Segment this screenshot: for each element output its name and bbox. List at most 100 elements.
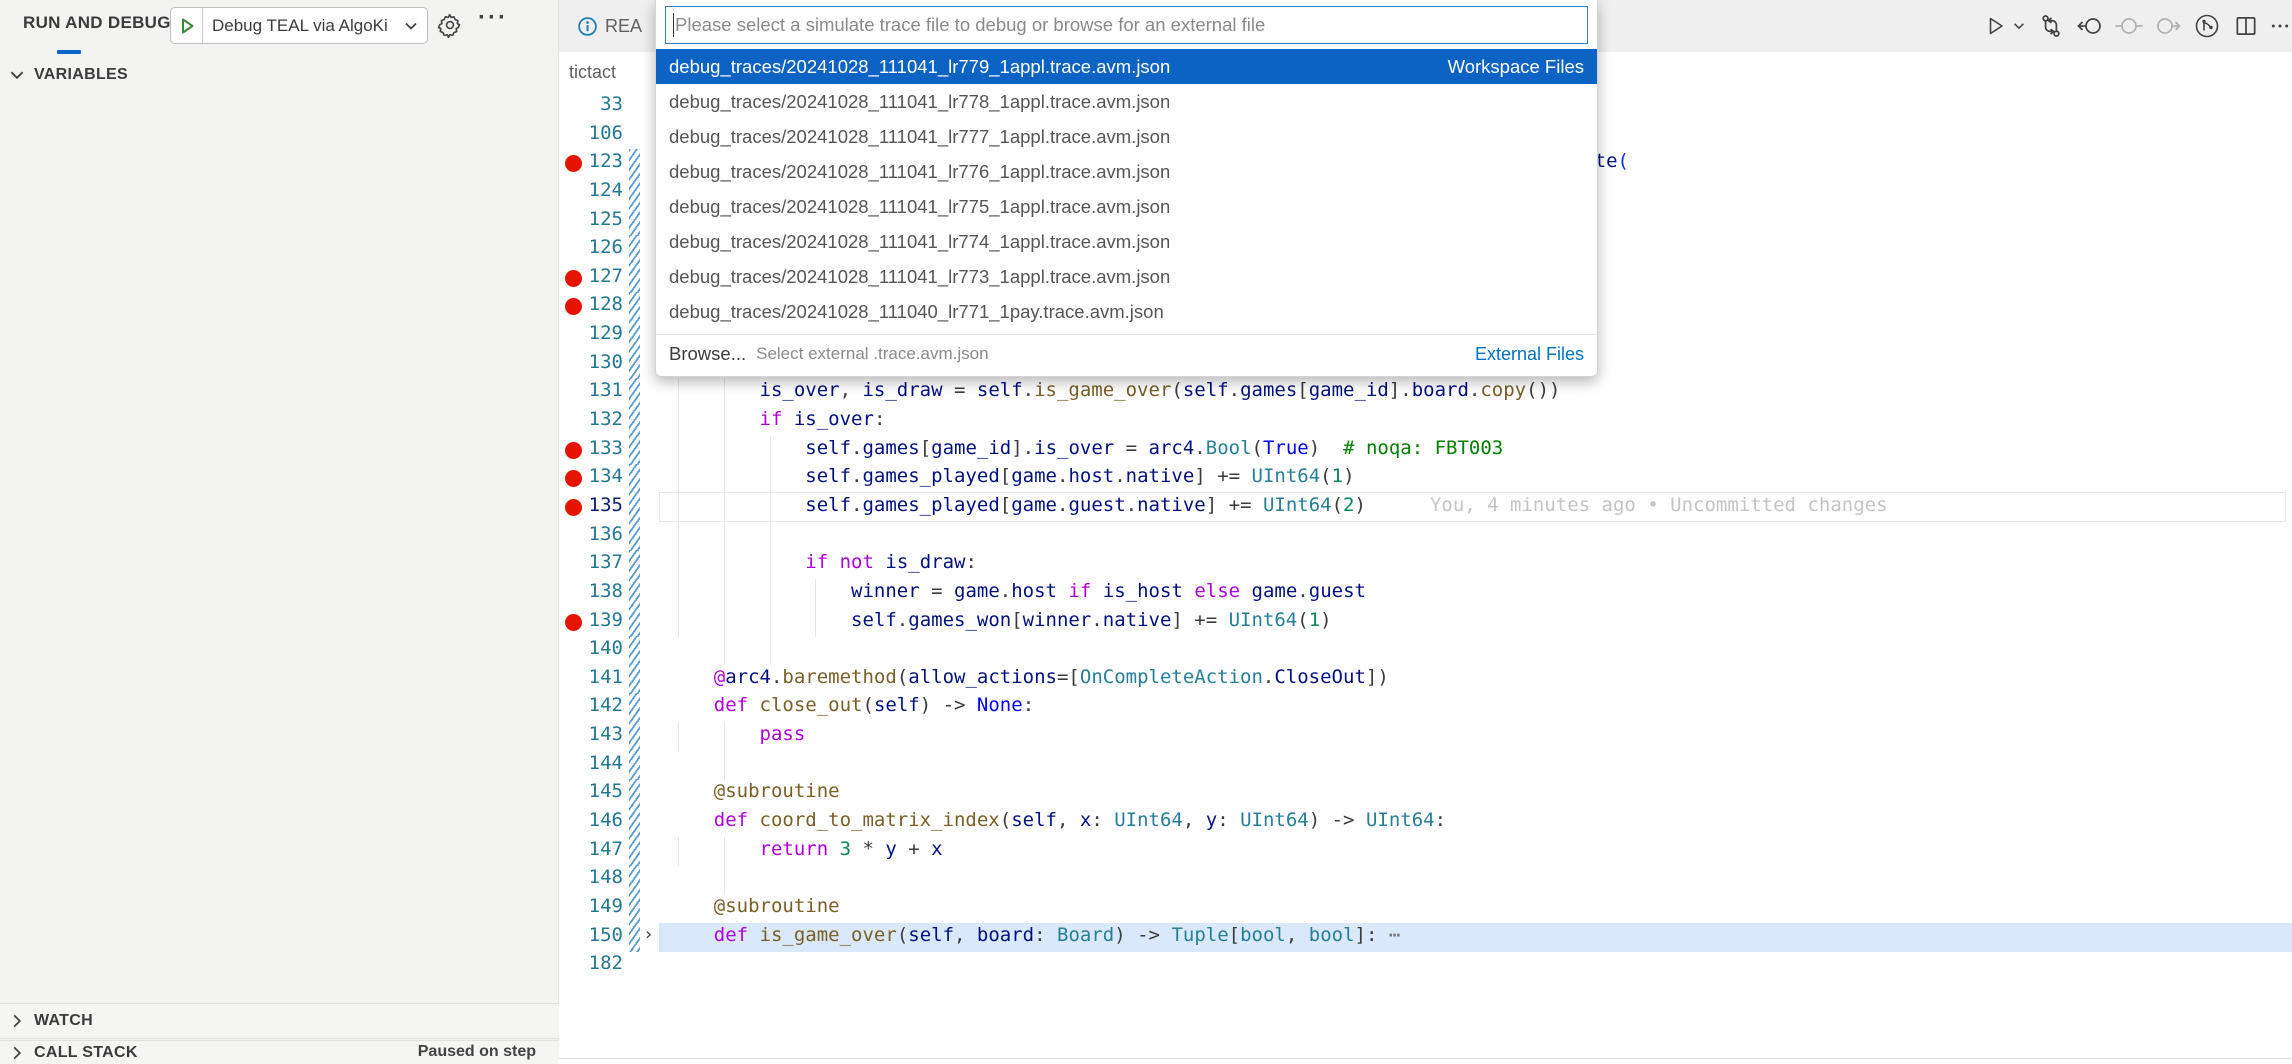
line-number[interactable]: 125: [573, 208, 623, 230]
quickpick-item[interactable]: debug_traces/20241028_111041_lr773_1appl…: [656, 259, 1597, 294]
line-number[interactable]: 128: [573, 293, 623, 315]
breadcrumb[interactable]: tictact: [569, 62, 616, 83]
quickpick-browse-item[interactable]: Browse... Select external .trace.avm.jso…: [656, 336, 1597, 372]
external-files-badge: External Files: [1475, 344, 1584, 365]
line-number[interactable]: 133: [573, 437, 623, 459]
next-transaction-icon[interactable]: [2153, 11, 2183, 41]
run-dropdown-chevron-icon[interactable]: [2011, 11, 2027, 41]
code-line[interactable]: 141@arc4.baremethod(allow_actions=[OnCom…: [559, 665, 2292, 694]
watch-section-header[interactable]: WATCH: [0, 1003, 559, 1039]
line-number[interactable]: 131: [573, 379, 623, 401]
run-button[interactable]: [1980, 11, 2010, 41]
line-number[interactable]: 132: [573, 408, 623, 430]
modified-gutter-stripe: [629, 350, 640, 379]
modified-gutter-stripe: [629, 865, 640, 894]
indent-guide: [724, 722, 725, 751]
code-line[interactable]: 144: [559, 751, 2292, 780]
line-number[interactable]: 137: [573, 551, 623, 573]
editor-more-actions-icon[interactable]: [2270, 11, 2290, 41]
line-number[interactable]: 139: [573, 609, 623, 631]
line-number[interactable]: 106: [573, 122, 623, 144]
line-number[interactable]: 33: [573, 93, 623, 115]
code-line[interactable]: 182: [559, 951, 2292, 980]
quickpick-item[interactable]: debug_traces/20241028_111041_lr777_1appl…: [656, 119, 1597, 154]
code-line[interactable]: 150›def is_game_over(self, board: Board)…: [559, 923, 2292, 952]
line-number[interactable]: 126: [573, 236, 623, 258]
more-actions-icon[interactable]: ···: [478, 4, 508, 32]
code-line[interactable]: 138winner = game.host if is_host else ga…: [559, 579, 2292, 608]
line-number[interactable]: 144: [573, 752, 623, 774]
modified-gutter-stripe: [629, 636, 640, 665]
code-line[interactable]: 134self.games_played[game.host.native] +…: [559, 464, 2292, 493]
code-line[interactable]: 133self.games[game_id].is_over = arc4.Bo…: [559, 436, 2292, 465]
line-number[interactable]: 148: [573, 866, 623, 888]
code-line[interactable]: 142def close_out(self) -> None:: [559, 693, 2292, 722]
line-number[interactable]: 123: [573, 150, 623, 172]
tab-readme[interactable]: REA: [567, 0, 642, 52]
code-line[interactable]: 139self.games_won[winner.native] += UInt…: [559, 608, 2292, 637]
code-line[interactable]: 140: [559, 636, 2292, 665]
modified-gutter-stripe: [629, 808, 640, 837]
modified-gutter-stripe: [629, 436, 640, 465]
code-line[interactable]: 131is_over, is_draw = self.is_game_over(…: [559, 378, 2292, 407]
current-transaction-icon[interactable]: [2114, 11, 2144, 41]
quickpick-item[interactable]: debug_traces/20241028_111040_lr771_1pay.…: [656, 294, 1597, 329]
line-number[interactable]: 149: [573, 895, 623, 917]
split-editor-icon[interactable]: [2231, 11, 2261, 41]
quickpick-item[interactable]: debug_traces/20241028_111041_lr774_1appl…: [656, 224, 1597, 259]
debug-config-select[interactable]: Debug TEAL via AlgoKi: [203, 16, 401, 36]
code-line[interactable]: 147return 3 * y + x: [559, 837, 2292, 866]
line-number[interactable]: 129: [573, 322, 623, 344]
quickpick-input[interactable]: Please select a simulate trace file to d…: [665, 6, 1588, 44]
code-line[interactable]: 132 if is_over:: [559, 407, 2292, 436]
variables-section-header[interactable]: VARIABLES: [0, 58, 559, 92]
indent-guide: [770, 436, 771, 465]
gear-icon[interactable]: [437, 12, 463, 38]
quickpick-item[interactable]: debug_traces/20241028_111041_lr779_1appl…: [656, 49, 1597, 84]
code-line[interactable]: 135self.games_played[game.guest.native] …: [559, 493, 2292, 522]
sidebar-title: RUN AND DEBUG: [23, 13, 171, 33]
line-number[interactable]: 136: [573, 523, 623, 545]
code-line[interactable]: 143pass: [559, 722, 2292, 751]
line-number[interactable]: 141: [573, 666, 623, 688]
start-debug-button[interactable]: [171, 8, 203, 43]
quickpick-placeholder: Please select a simulate trace file to d…: [675, 14, 1265, 36]
line-number[interactable]: 138: [573, 580, 623, 602]
indent-guide: [724, 579, 725, 608]
indent-guide: [724, 751, 725, 780]
quickpick-item[interactable]: debug_traces/20241028_111041_lr775_1appl…: [656, 189, 1597, 224]
swap-trace-icon[interactable]: [2036, 11, 2066, 41]
code-line[interactable]: 149@subroutine: [559, 894, 2292, 923]
trace-graph-icon[interactable]: [2192, 11, 2222, 41]
quickpick-item[interactable]: debug_traces/20241028_111041_lr776_1appl…: [656, 154, 1597, 189]
line-number[interactable]: 124: [573, 179, 623, 201]
debug-config-control[interactable]: Debug TEAL via AlgoKi: [170, 7, 428, 44]
code-line[interactable]: 145@subroutine: [559, 779, 2292, 808]
line-number[interactable]: 150: [573, 924, 623, 946]
line-number[interactable]: 182: [573, 952, 623, 974]
line-number[interactable]: 142: [573, 694, 623, 716]
line-number[interactable]: 140: [573, 637, 623, 659]
modified-gutter-stripe: [629, 264, 640, 293]
editor-bottom-divider: [559, 1058, 2292, 1059]
line-number[interactable]: 134: [573, 465, 623, 487]
line-number[interactable]: 145: [573, 780, 623, 802]
code-line[interactable]: 148: [559, 865, 2292, 894]
code-line[interactable]: 136: [559, 522, 2292, 551]
tab-label: REA: [605, 16, 642, 37]
line-number[interactable]: 127: [573, 265, 623, 287]
indent-guide: [724, 636, 725, 665]
code-text: if is_over:: [760, 408, 886, 430]
code-line[interactable]: 146def coord_to_matrix_index(self, x: UI…: [559, 808, 2292, 837]
line-number[interactable]: 135: [573, 494, 623, 516]
line-number[interactable]: 147: [573, 838, 623, 860]
line-number[interactable]: 130: [573, 351, 623, 373]
line-number[interactable]: 143: [573, 723, 623, 745]
indent-guide: [770, 550, 771, 579]
quickpick-item[interactable]: debug_traces/20241028_111041_lr778_1appl…: [656, 84, 1597, 119]
fold-chevron-icon[interactable]: ›: [643, 924, 654, 945]
line-number[interactable]: 146: [573, 809, 623, 831]
previous-transaction-icon[interactable]: [2075, 11, 2105, 41]
indent-guide: [678, 608, 679, 637]
code-line[interactable]: 137if not is_draw:: [559, 550, 2292, 579]
